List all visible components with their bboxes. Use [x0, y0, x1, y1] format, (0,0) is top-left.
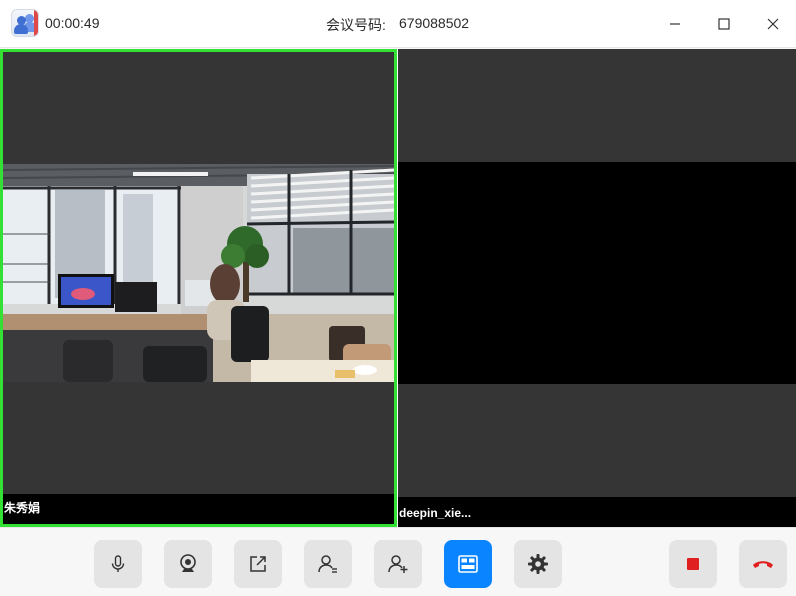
invite-button[interactable] — [374, 540, 422, 588]
microphone-icon — [111, 555, 125, 572]
settings-button[interactable] — [514, 540, 562, 588]
participant-name-bar: deepin_xie... — [398, 497, 796, 527]
participant-video-tile-2[interactable]: deepin_xie... — [398, 49, 796, 527]
maximize-icon — [718, 18, 730, 30]
gear-icon — [528, 554, 548, 574]
user-list-icon — [318, 555, 337, 573]
camera-button[interactable] — [164, 540, 212, 588]
participant-name: deepin_xie... — [399, 506, 472, 520]
stop-icon — [687, 558, 699, 570]
call-toolbar — [0, 527, 796, 596]
minimize-button[interactable] — [659, 8, 691, 40]
maximize-button[interactable] — [708, 8, 740, 40]
record-button[interactable] — [669, 540, 717, 588]
title-bar: 00:00:49 会议号码: 679088502 — [0, 0, 796, 48]
meeting-number-label: 会议号码: — [326, 17, 386, 33]
meeting-app-icon — [11, 9, 39, 37]
microphone-button[interactable] — [94, 540, 142, 588]
close-button[interactable] — [757, 8, 789, 40]
phone-hangup-icon — [753, 561, 773, 568]
meeting-number-value: 679088502 — [399, 15, 470, 31]
user-add-icon — [388, 555, 408, 573]
share-icon — [250, 556, 266, 572]
participant-video-tile-1[interactable]: 朱秀娟 — [0, 49, 397, 527]
minimize-icon — [670, 23, 680, 25]
webcam-icon — [180, 554, 196, 572]
close-icon — [767, 18, 779, 30]
hang-up-button[interactable] — [739, 540, 787, 588]
grid-layout-icon — [458, 555, 478, 573]
share-screen-button[interactable] — [234, 540, 282, 588]
black-video-feed — [398, 162, 796, 384]
office-camera-feed — [3, 164, 394, 382]
participant-name-bar: 朱秀娟 — [3, 494, 394, 524]
participant-name: 朱秀娟 — [4, 501, 41, 515]
layout-button[interactable] — [444, 540, 492, 588]
participants-button[interactable] — [304, 540, 352, 588]
call-timer: 00:00:49 — [45, 15, 100, 31]
